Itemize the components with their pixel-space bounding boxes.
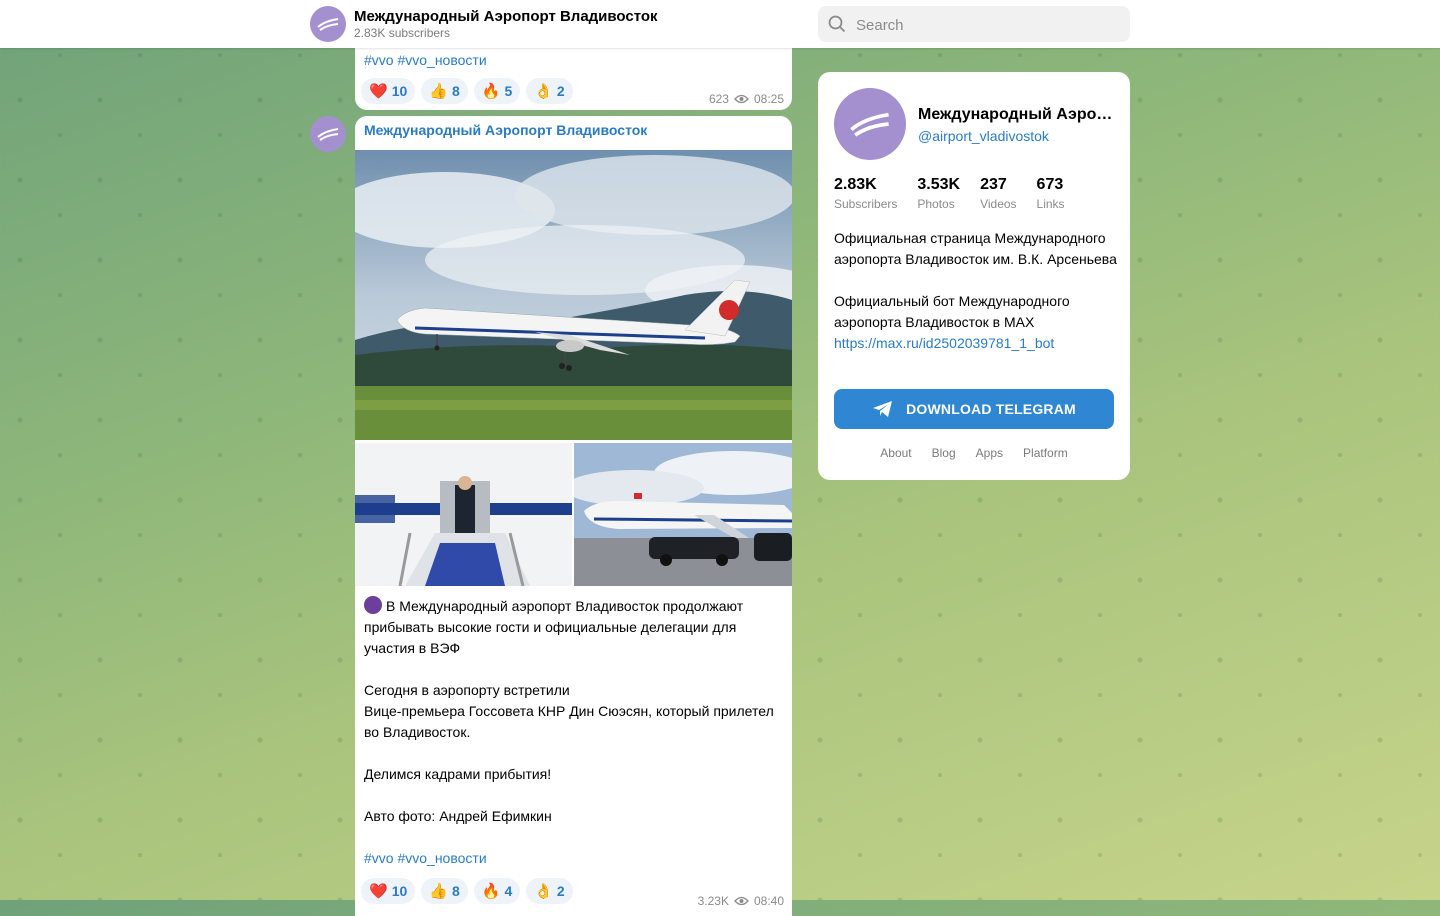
telegram-icon: [873, 401, 893, 417]
search-input[interactable]: [854, 6, 1118, 44]
post-photo-motorcade[interactable]: [574, 443, 792, 586]
reaction-count: 10: [391, 883, 408, 899]
post-author-avatar[interactable]: [310, 116, 346, 152]
airport-logo-icon: [364, 596, 382, 614]
post-text-paragraph: Сегодня в аэропорту встретили Вице-премь…: [364, 682, 774, 740]
channel-stats: 2.83K Subscribers 3.53K Photos 237 Videos 6…: [834, 176, 1065, 211]
post-text-paragraph: Делимся кадрами прибытия!: [364, 766, 552, 782]
heart-emoji: ❤️: [369, 83, 388, 100]
stat-subscribers: 2.83K Subscribers: [834, 176, 897, 211]
reaction-count: 4: [504, 883, 513, 899]
channel-description: Официальная страница Международного аэро…: [834, 228, 1118, 354]
search-icon: [828, 15, 846, 33]
post-text: В Международный аэропорт Владивосток про…: [364, 596, 784, 869]
channel-avatar-large: [834, 88, 906, 160]
download-telegram-button[interactable]: DOWNLOAD TELEGRAM: [834, 389, 1114, 429]
top-bar: Международный Аэропорт Владивосток 2.83K…: [0, 0, 1440, 48]
views-count: 623: [708, 92, 729, 106]
channel-info-card: Международный Аэропорт Владивосток @airp…: [818, 72, 1130, 480]
reaction-ok-hand[interactable]: 👌 2: [526, 878, 573, 904]
heart-emoji: ❤️: [369, 883, 388, 900]
post-hashtags[interactable]: #vvo #vvo_новости: [364, 52, 487, 68]
footer-link-apps[interactable]: Apps: [976, 446, 1003, 460]
stat-label: Photos: [917, 197, 955, 211]
description-paragraph: Официальный бот Международного аэропорта…: [834, 293, 1070, 330]
previous-post: #vvo #vvo_новости ❤️ 10 👍 8 🔥 5 👌 2 623 08:2…: [355, 48, 792, 110]
reaction-count: 2: [556, 883, 565, 899]
post-photo-aircraft[interactable]: [355, 150, 792, 440]
stat-links[interactable]: 673 Links: [1037, 176, 1065, 211]
post-hashtags[interactable]: #vvo #vvo_новости: [364, 850, 487, 866]
channel-avatar[interactable]: [310, 6, 346, 42]
channel-handle[interactable]: @airport_vladivostok: [918, 128, 1049, 144]
stat-photos[interactable]: 3.53K Photos: [917, 176, 960, 211]
stat-value: 2.83K: [834, 176, 877, 193]
stat-label: Videos: [980, 197, 1017, 211]
airport-logo-icon: [850, 112, 889, 137]
ok-hand-emoji: 👌: [534, 883, 553, 900]
reaction-fire[interactable]: 🔥 5: [473, 78, 521, 104]
post-text-paragraph: Авто фото: Андрей Ефимкин: [364, 808, 552, 824]
search-box[interactable]: [818, 6, 1130, 44]
ok-hand-emoji: 👌: [534, 83, 553, 100]
post-meta: 3.23K 08:40: [698, 894, 784, 908]
channel-subscribers: 2.83K subscribers: [354, 26, 451, 40]
stat-value: 673: [1036, 176, 1064, 193]
eye-icon: [734, 94, 749, 104]
airport-logo-icon: [317, 18, 339, 31]
channel-post: Международный Аэропорт Владивосток В Меж…: [355, 116, 792, 916]
reaction-count: 5: [504, 83, 513, 99]
reactions-bar: ❤️ 10 👍 8 🔥 4 👌 2: [361, 878, 573, 904]
stat-label: Links: [1036, 197, 1065, 211]
channel-title[interactable]: Международный Аэропорт Владивосток: [354, 8, 658, 25]
reaction-count: 10: [391, 83, 408, 99]
thumbs-up-emoji: 👍: [429, 883, 448, 900]
footer-link-platform[interactable]: Platform: [1023, 446, 1068, 460]
footer-link-blog[interactable]: Blog: [932, 446, 956, 460]
reaction-count: 2: [556, 83, 565, 99]
post-time: 08:40: [753, 894, 784, 908]
eye-icon: [734, 896, 749, 906]
stat-value: 237: [980, 176, 1007, 193]
bot-link[interactable]: https://max.ru/id2502039781_1_bot: [834, 335, 1054, 351]
stat-value: 3.53K: [917, 176, 961, 193]
download-telegram-label: DOWNLOAD TELEGRAM: [906, 401, 1076, 417]
reaction-thumbs-up[interactable]: 👍 8: [421, 878, 468, 904]
thumbs-up-emoji: 👍: [429, 83, 448, 100]
reaction-fire[interactable]: 🔥 4: [473, 878, 521, 904]
reaction-count: 8: [451, 83, 460, 99]
message-feed: #vvo #vvo_новости ❤️ 10 👍 8 🔥 5 👌 2 623 08:2…: [0, 48, 800, 916]
reaction-thumbs-up[interactable]: 👍 8: [421, 78, 468, 104]
reaction-heart[interactable]: ❤️ 10: [361, 878, 416, 904]
channel-name: Международный Аэропорт Владивосток: [918, 106, 1114, 123]
post-author[interactable]: Международный Аэропорт Владивосток: [364, 122, 647, 138]
post-time: 08:25: [753, 92, 784, 106]
post-text-paragraph: В Международный аэропорт Владивосток про…: [364, 598, 748, 656]
airport-logo-icon: [317, 128, 339, 141]
post-meta: 623 08:25: [709, 92, 784, 106]
reaction-count: 8: [451, 883, 460, 899]
stat-videos[interactable]: 237 Videos: [980, 176, 1016, 211]
fire-emoji: 🔥: [481, 83, 501, 100]
reaction-heart[interactable]: ❤️ 10: [361, 78, 416, 104]
fire-emoji: 🔥: [481, 883, 501, 900]
footer-link-about[interactable]: About: [880, 446, 911, 460]
stat-label: Subscribers: [834, 197, 898, 211]
reactions-bar: ❤️ 10 👍 8 🔥 5 👌 2: [361, 78, 573, 104]
reaction-ok-hand[interactable]: 👌 2: [526, 78, 573, 104]
footer-links: About Blog Apps Platform: [818, 446, 1130, 460]
post-photo-official-on-stairs[interactable]: [355, 443, 572, 586]
description-paragraph: Официальная страница Международного аэро…: [834, 230, 1117, 267]
views-count: 3.23K: [697, 894, 729, 908]
